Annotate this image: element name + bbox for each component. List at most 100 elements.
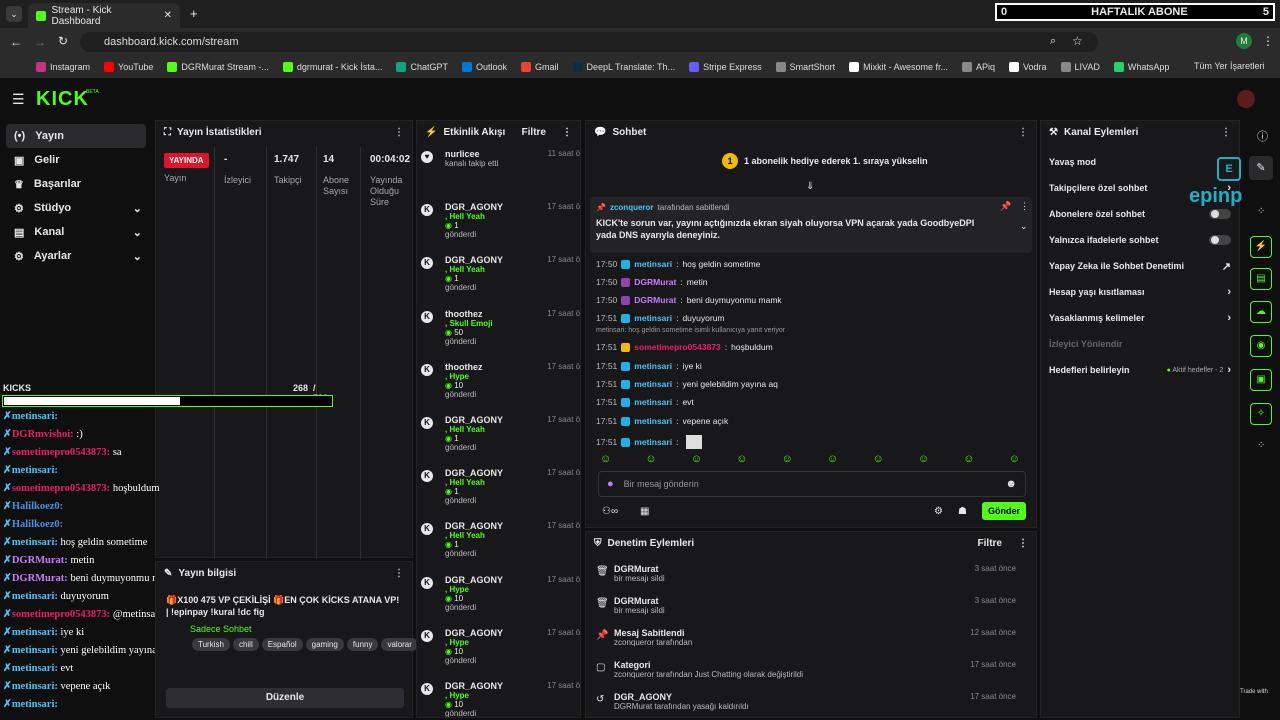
more-icon[interactable]: ⋮ xyxy=(1221,127,1231,138)
stream-tag[interactable]: valorar xyxy=(381,638,418,651)
bookmark-item[interactable]: Outlook xyxy=(461,62,507,72)
emote-icon[interactable]: ☺ xyxy=(691,453,702,465)
channel-action-item[interactable]: İzleyici Yönlendir xyxy=(1041,331,1239,357)
channel-action-item[interactable]: Yalnızca ifadelerle sohbet xyxy=(1041,227,1239,253)
info-icon[interactable]: ⓘ xyxy=(1257,128,1268,144)
more-icon[interactable]: ⋮ xyxy=(562,127,572,138)
activity-event[interactable]: K DGR_AGONY, Hell Yeah ◉ 1 gönderdi 17 saat … xyxy=(421,202,580,239)
emote-icon[interactable]: ☺ xyxy=(736,453,747,465)
url-field[interactable]: dashboard.kick.com/stream xyxy=(80,32,1098,52)
back-icon[interactable]: ← xyxy=(10,35,22,49)
chat-message[interactable]: 17:50 DGRMurat: beni duymuyonmu mamk xyxy=(596,295,782,305)
nav-studio[interactable]: ⚙ Stüdyo ⌄ xyxy=(0,196,152,220)
dots-icon[interactable]: ⁘ xyxy=(1257,440,1265,451)
chat-message[interactable]: 17:51 metinsari: duyuyorum xyxy=(596,313,725,323)
toggle-switch[interactable] xyxy=(1209,235,1231,245)
nav-settings[interactable]: ⚙ Ayarlar ⌄ xyxy=(0,244,152,268)
chat-message[interactable]: 17:51 metinsari: evt xyxy=(596,397,694,407)
browser-menu-icon[interactable]: ⋮ xyxy=(1262,34,1274,48)
mod-action-item[interactable]: 🗑 DGRMurat bir mesajı sildi 3 saat önce xyxy=(596,564,1016,583)
chat-user[interactable]: DGRMurat xyxy=(634,295,676,305)
activity-event[interactable]: KDGR_AGONY, Hype◉ 10gönderdi17 saat önce xyxy=(421,575,580,612)
chat-message[interactable]: 17:51 sometimepro0543873: hoşbuldum xyxy=(596,342,773,352)
chat-user[interactable]: metinsari xyxy=(634,313,672,323)
nav-channel[interactable]: ▤ Kanal ⌄ xyxy=(0,220,152,244)
kick-logo[interactable]: KICK xyxy=(36,88,89,111)
activity-event[interactable]: ♥nurliceekanalı takip etti11 saat önce xyxy=(421,149,580,168)
bookmark-item[interactable]: SmartShort xyxy=(775,62,835,72)
emote-icon[interactable]: ☺ xyxy=(963,453,974,465)
more-icon[interactable]: ⋮ xyxy=(1018,538,1028,549)
forward-icon[interactable]: → xyxy=(34,35,46,49)
store-icon[interactable]: ▦ xyxy=(640,506,649,517)
chat-user[interactable]: sometimepro0543873 xyxy=(634,342,720,352)
chat-user[interactable]: metinsari xyxy=(634,437,672,447)
channel-action-item[interactable]: Yapay Zeka ile Sohbet Denetimi ↗ xyxy=(1041,253,1239,279)
profile-avatar-icon[interactable]: M xyxy=(1236,33,1252,49)
mod-filter-button[interactable]: Filtre xyxy=(978,538,1002,549)
emoji-picker-icon[interactable]: ☻ xyxy=(1005,478,1017,490)
chat-user[interactable]: metinsari xyxy=(634,397,672,407)
channel-action-item[interactable]: Hesap yaşı kısıtlaması › xyxy=(1041,279,1239,305)
more-icon[interactable]: ⋮ xyxy=(1018,127,1028,138)
tab-close-icon[interactable]: ✕ xyxy=(164,10,172,21)
new-tab-button[interactable]: + xyxy=(190,6,198,21)
emote-icon[interactable]: ☺ xyxy=(827,453,838,465)
activity-event[interactable]: K DGR_AGONY, Hell Yeah ◉ 1 gönderdi 17 saat … xyxy=(421,415,580,452)
emote-icon[interactable]: ☺ xyxy=(645,453,656,465)
activity-event[interactable]: KDGR_AGONY, Hype◉ 10gönderdi17 saat önce xyxy=(421,681,580,717)
channel-action-item[interactable]: Yavaş mod xyxy=(1041,149,1239,175)
more-icon[interactable]: ⋮ xyxy=(394,568,404,579)
chat-message[interactable]: 17:51 metinsari: xyxy=(596,435,703,449)
browser-tab-active[interactable]: Stream - Kick Dashboard ✕ xyxy=(28,3,180,28)
mod-action-item[interactable]: 📌 Mesaj Sabitlendi zconqueror tarafından 12… xyxy=(596,628,1016,647)
stream-tag[interactable]: Turkish xyxy=(192,638,230,651)
filter-button[interactable]: Filtre xyxy=(522,127,546,138)
more-icon[interactable]: ⋮ xyxy=(1020,201,1029,212)
bookmark-item[interactable]: APiq xyxy=(961,62,995,72)
bookmark-item[interactable]: ChatGPT xyxy=(396,62,448,72)
mod-action-item[interactable]: ↺ DGR_AGONY DGRMurat tarafından yasağı kal… xyxy=(596,692,1016,711)
chat-user[interactable]: metinsari xyxy=(634,259,672,269)
chat-user[interactable]: metinsari xyxy=(634,416,672,426)
mod-action-item[interactable]: 🗑 DGRMurat bir mesajı sildi 3 saat önce xyxy=(596,596,1016,615)
stream-tag[interactable]: chill xyxy=(232,638,259,651)
bookmark-item[interactable]: DGRMurat Stream -... xyxy=(167,62,269,72)
zoom-search-icon[interactable]: ⌕ xyxy=(1050,35,1056,48)
bookmark-item[interactable]: dgrmurat - Kick İsta... xyxy=(282,62,382,72)
chat-message[interactable]: 17:51 metinsari: vepene açık xyxy=(596,416,728,426)
chat-message[interactable]: 17:50 DGRMurat: metin xyxy=(596,277,707,287)
notes-tool-icon[interactable]: ▤ xyxy=(1250,268,1272,290)
bookmark-item[interactable]: LIVAD xyxy=(1060,62,1100,72)
emote-icon[interactable]: ☺ xyxy=(782,453,793,465)
chat-message[interactable]: 17:51 metinsari: yeni gelebildim yayına aq xyxy=(596,379,778,389)
gift-leaderboard-banner[interactable]: 1 1 abonelik hediye ederek 1. sıraya yük… xyxy=(722,153,928,169)
chevron-down-icon[interactable]: ⌄ xyxy=(1020,221,1028,232)
mod-action-item[interactable]: ▢ Kategori zconqueror tarafından Just Chat… xyxy=(596,660,1016,679)
edit-layout-icon[interactable]: ✎ xyxy=(1249,156,1273,180)
user-avatar[interactable] xyxy=(1237,90,1255,108)
reload-icon[interactable]: ↻ xyxy=(58,34,68,48)
nav-stream[interactable]: (•) Yayın xyxy=(6,124,146,148)
chat-user[interactable]: DGRMurat xyxy=(634,277,676,287)
chat-message[interactable]: 17:51 metinsari: iye ki xyxy=(596,361,702,371)
emote-icon[interactable]: ☺ xyxy=(872,453,883,465)
stream-tag[interactable]: funny xyxy=(346,638,379,651)
edit-button[interactable]: Düzenle xyxy=(166,688,404,708)
expand-icon[interactable]: ⇓ xyxy=(806,181,814,192)
unpin-icon[interactable]: 📌 xyxy=(1000,201,1011,212)
chat-tool-icon[interactable]: ☁ xyxy=(1250,301,1272,323)
hamburger-menu-icon[interactable]: ☰ xyxy=(12,91,25,108)
chat-user[interactable]: metinsari xyxy=(634,361,672,371)
bookmark-item[interactable]: DeepL Translate: Th... xyxy=(572,62,675,72)
bookmark-item[interactable]: YouTube xyxy=(104,62,153,72)
dots-icon[interactable]: ⁘ xyxy=(1257,206,1265,217)
chat-users-icon[interactable]: ⚇∞ xyxy=(602,506,618,517)
more-icon[interactable]: ⋮ xyxy=(394,127,404,138)
nav-achievements[interactable]: ♛ Başarılar xyxy=(0,172,152,196)
chat-message[interactable]: 17:50 metinsari: hoş geldin sometime xyxy=(596,259,760,269)
bot-icon[interactable]: ☗ xyxy=(958,506,967,517)
bookmark-item[interactable]: WhatsApp xyxy=(1113,62,1169,72)
chat-input[interactable]: ● Bir mesaj gönderin ☻ xyxy=(598,471,1026,497)
chat-user[interactable]: metinsari xyxy=(634,379,672,389)
